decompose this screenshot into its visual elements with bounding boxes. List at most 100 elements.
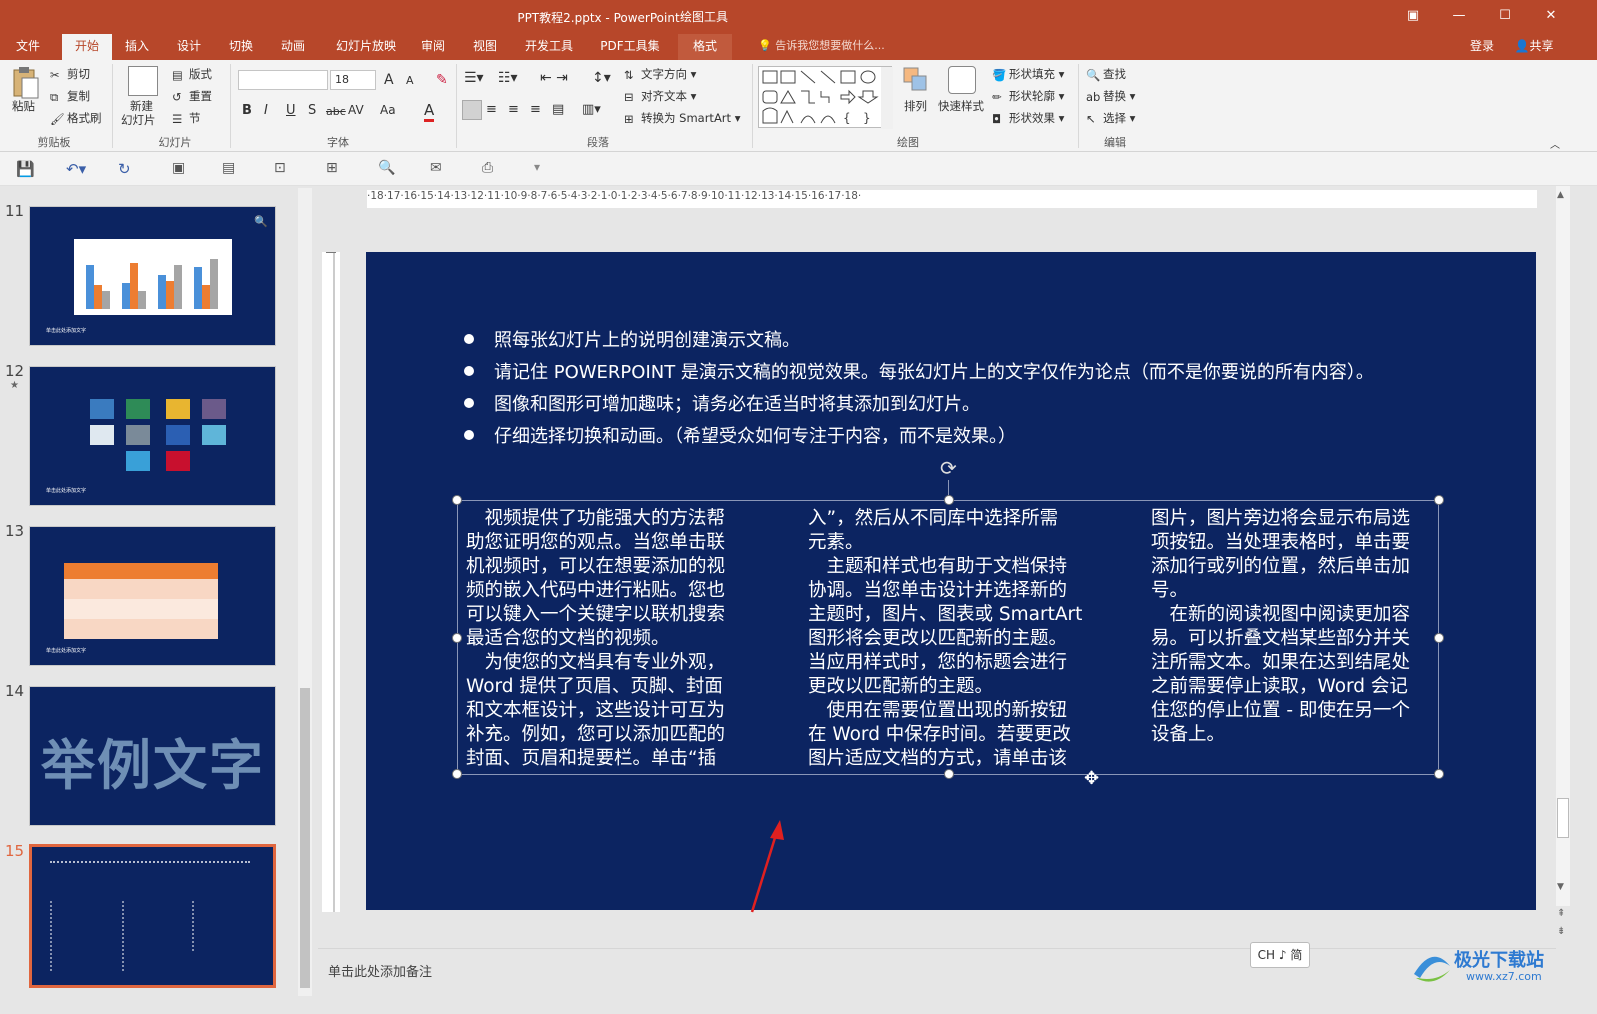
font-color-button[interactable]: A	[424, 101, 435, 122]
scroll-up-icon[interactable]: ▲	[1557, 190, 1564, 200]
underline-button[interactable]: U	[286, 103, 296, 118]
scrollbar-thumb[interactable]	[300, 688, 310, 988]
resize-handle-w[interactable]	[452, 633, 462, 643]
justify-icon[interactable]: ≡	[530, 102, 541, 117]
new-slide-qat-icon[interactable]: ▣	[172, 160, 190, 178]
tab-slideshow[interactable]: 幻灯片放映	[326, 34, 406, 60]
numbering-icon[interactable]: ☷▾	[498, 70, 518, 86]
close-button[interactable]: ✕	[1528, 0, 1574, 32]
tab-home[interactable]: 开始	[62, 34, 112, 60]
align-right-icon[interactable]: ≡	[508, 102, 519, 117]
slide-thumbnail-14[interactable]: 举例文字	[29, 686, 276, 826]
font-name-combo[interactable]	[238, 70, 328, 90]
text-direction-button[interactable]: ⇅ 文字方向 ▾	[624, 66, 696, 82]
save-icon[interactable]: 💾	[16, 160, 35, 178]
selected-text-box[interactable]: 视频提供了功能强大的方法帮 助您证明您的观点。当您单击联 机视频时，可以在想要添…	[452, 495, 1444, 779]
layout-button[interactable]: ▤ 版式	[172, 66, 212, 82]
slide-thumbnail-12[interactable]: 单击此处添加文字	[29, 366, 276, 506]
strikethrough-button[interactable]: abc	[326, 105, 346, 118]
slide-thumbnail-13[interactable]: 单击此处添加文字	[29, 526, 276, 666]
align-text-button[interactable]: ⊟ 对齐文本 ▾	[624, 88, 696, 104]
resize-handle-sw[interactable]	[452, 769, 462, 779]
copy-button[interactable]: ⧉ 复制	[50, 88, 90, 104]
distribute-icon[interactable]: ▤	[552, 102, 564, 117]
tab-insert[interactable]: 插入	[114, 34, 160, 60]
tab-file[interactable]: 文件	[4, 34, 52, 60]
rotate-handle-icon[interactable]: ⟳	[940, 456, 957, 480]
clear-format-icon[interactable]: ✎	[436, 72, 448, 88]
shrink-font-button[interactable]: A	[406, 74, 414, 87]
char-spacing-button[interactable]: AV	[348, 103, 364, 117]
bullet-item[interactable]: 请记住 POWERPOINT 是演示文稿的视觉效果。每张幻灯片上的文字仅作为论点…	[464, 358, 1374, 384]
slide-thumbnail-15-selected[interactable]	[29, 844, 276, 988]
slide-canvas[interactable]: 照每张幻灯片上的说明创建演示文稿。 请记住 POWERPOINT 是演示文稿的视…	[366, 252, 1536, 913]
bullets-icon[interactable]: ☰▾	[464, 70, 484, 86]
tab-view[interactable]: 视图	[462, 34, 508, 60]
line-spacing-icon[interactable]: ↕▾	[592, 70, 611, 86]
arrange-button[interactable]: 排列	[904, 98, 927, 114]
prev-slide-icon[interactable]: ⇞	[1557, 908, 1565, 919]
tell-me-search[interactable]: 💡 告诉我您想要做什么...	[758, 34, 885, 60]
font-size-combo[interactable]: 18	[330, 70, 376, 90]
ime-indicator[interactable]: CH ♪ 简	[1250, 942, 1310, 968]
italic-button[interactable]: I	[264, 103, 268, 118]
tab-transitions[interactable]: 切换	[218, 34, 264, 60]
shapes-gallery[interactable]: {}	[758, 66, 893, 129]
bullet-item[interactable]: 仔细选择切换和动画。（希望受众如何专注于内容，而不是效果。）	[464, 422, 1016, 448]
tab-animations[interactable]: 动画	[270, 34, 316, 60]
align-left-button[interactable]	[462, 100, 482, 120]
editor-scrollbar[interactable]: ▲ ▼	[1556, 186, 1570, 906]
notes-pane[interactable]: 单击此处添加备注	[318, 948, 1556, 996]
redo-icon[interactable]: ↻	[118, 160, 136, 178]
resize-handle-n[interactable]	[944, 495, 954, 505]
email-icon[interactable]: ✉	[430, 160, 448, 178]
bold-button[interactable]: B	[242, 103, 252, 118]
resize-handle-e[interactable]	[1434, 633, 1444, 643]
ribbon-display-options-button[interactable]: ▣	[1390, 0, 1436, 32]
reset-button[interactable]: ↺ 重置	[172, 88, 212, 104]
undo-icon[interactable]: ↶▾	[66, 160, 86, 178]
scroll-down-icon[interactable]: ▼	[1557, 882, 1564, 892]
slideshow-from-start-icon[interactable]: ⊡	[274, 160, 292, 178]
layout-qat-icon[interactable]: ▤	[222, 160, 240, 178]
print-preview-icon[interactable]: 🔍	[378, 160, 396, 178]
replace-button[interactable]: ab 替换 ▾	[1086, 88, 1135, 104]
tab-pdf-tools[interactable]: PDF工具集	[592, 34, 668, 60]
slideshow-current-icon[interactable]: ⊞	[326, 160, 344, 178]
grow-font-button[interactable]: A	[384, 72, 394, 88]
next-slide-icon[interactable]: ⇟	[1557, 926, 1565, 937]
text-column-2[interactable]: 入”，然后从不同库中选择所需 元素。 主题和样式也有助于文档保持 协调。当您单击…	[808, 507, 1098, 771]
tab-developer[interactable]: 开发工具	[516, 34, 582, 60]
collapse-ribbon-icon[interactable]: ︿	[1550, 136, 1560, 151]
columns-icon[interactable]: ▥▾	[582, 102, 601, 117]
export-pdf-icon[interactable]: ⎙	[482, 160, 500, 178]
text-column-1[interactable]: 视频提供了功能强大的方法帮 助您证明您的观点。当您单击联 机视频时，可以在想要添…	[466, 507, 756, 771]
bullet-item[interactable]: 图像和图形可增加趣味；请务必在适当时将其添加到幻灯片。	[464, 390, 980, 416]
resize-handle-se[interactable]	[1434, 769, 1444, 779]
bullet-item[interactable]: 照每张幻灯片上的说明创建演示文稿。	[464, 326, 800, 352]
shape-effects-button[interactable]: ◘ 形状效果 ▾	[992, 110, 1064, 126]
cut-button[interactable]: ✂ 剪切	[50, 66, 90, 82]
customize-qat-icon[interactable]: ▾	[534, 160, 552, 178]
quick-styles-button[interactable]: 快速样式	[938, 98, 984, 114]
resize-handle-ne[interactable]	[1434, 495, 1444, 505]
section-button[interactable]: ☰ 节	[172, 110, 201, 126]
tab-design[interactable]: 设计	[166, 34, 212, 60]
find-button[interactable]: 🔍 查找	[1086, 66, 1126, 82]
shadow-button[interactable]: S	[308, 103, 316, 118]
change-case-button[interactable]: Aa	[380, 103, 396, 117]
shape-outline-button[interactable]: ✏ 形状轮廓 ▾	[992, 88, 1064, 104]
thumbnail-scrollbar[interactable]	[298, 188, 312, 996]
text-column-3[interactable]: 图片，图片旁边将会显示布局选 项按钮。当处理表格时，单击要 添加行或列的位置，然…	[1151, 507, 1441, 747]
scrollbar-thumb[interactable]	[1557, 798, 1569, 838]
format-painter-button[interactable]: 🖌 格式刷	[50, 110, 102, 126]
shape-fill-button[interactable]: 🪣 形状填充 ▾	[992, 66, 1064, 82]
tab-review[interactable]: 审阅	[410, 34, 456, 60]
signin-link[interactable]: 登录	[1462, 34, 1502, 60]
convert-smartart-button[interactable]: ⊞ 转换为 SmartArt ▾	[624, 110, 740, 126]
resize-handle-nw[interactable]	[452, 495, 462, 505]
select-button[interactable]: ↖ 选择 ▾	[1086, 110, 1135, 126]
tab-format[interactable]: 格式	[678, 34, 732, 60]
indent-icon[interactable]: ⇤ ⇥	[540, 70, 568, 86]
maximize-button[interactable]: ☐	[1482, 0, 1528, 32]
